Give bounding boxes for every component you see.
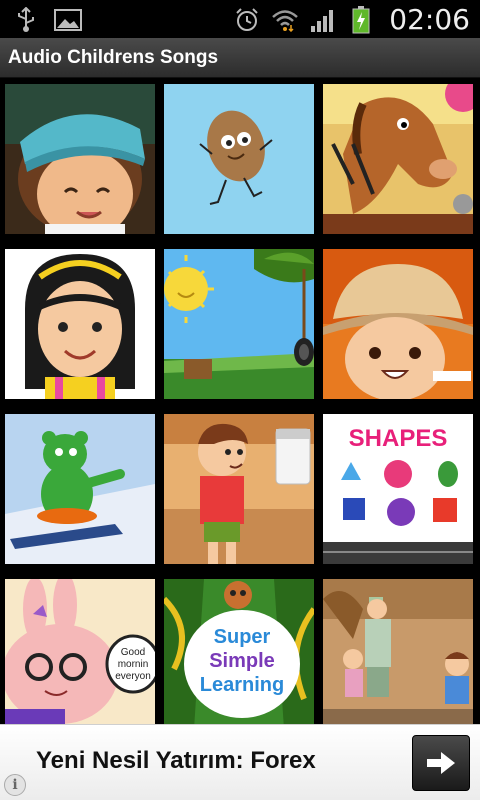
song-thumbnail xyxy=(323,579,473,724)
song-tile-sun-swing[interactable] xyxy=(164,249,314,399)
song-tile-gummy-bear[interactable] xyxy=(5,414,155,564)
shapes-title: SHAPES xyxy=(349,425,448,452)
ad-text[interactable]: Yeni Nesil Yatırım: Forex xyxy=(36,747,316,775)
speech-bubble-text: mornin xyxy=(118,659,149,670)
logo-text: Super xyxy=(214,626,271,648)
signal-icon xyxy=(309,6,337,34)
app-title: Audio Childrens Songs xyxy=(8,47,219,68)
song-tile-horse[interactable] xyxy=(323,84,473,234)
ad-info-icon[interactable]: i xyxy=(4,774,26,796)
logo-text: Learning xyxy=(200,674,284,696)
song-tile-kid-cap[interactable] xyxy=(5,84,155,234)
gallery-icon xyxy=(54,6,82,34)
battery-charging-icon xyxy=(347,5,375,34)
song-thumbnail xyxy=(5,249,155,399)
ad-banner[interactable]: Yeni Nesil Yatırım: Forex i xyxy=(0,724,480,800)
song-tile-family-walk[interactable] xyxy=(323,579,473,724)
song-tile-shapes[interactable]: SHAPES xyxy=(323,414,473,564)
song-thumbnail xyxy=(5,414,155,564)
speech-bubble-text: everyon xyxy=(115,671,151,682)
logo-text: Simple xyxy=(209,650,275,672)
song-thumbnail xyxy=(164,84,314,234)
song-tile-girl[interactable] xyxy=(5,249,155,399)
arrow-right-icon xyxy=(427,752,455,774)
song-tile-bunny[interactable]: Good mornin everyon xyxy=(5,579,155,724)
song-thumbnail: SHAPES xyxy=(323,414,473,564)
usb-icon xyxy=(12,6,40,34)
song-thumbnail xyxy=(323,249,473,399)
speech-bubble-text: Good xyxy=(121,647,145,658)
song-grid: SHAPES Good mornin everyon Super Simple … xyxy=(0,78,480,724)
song-thumbnail xyxy=(323,84,473,234)
song-tile-potato[interactable] xyxy=(164,84,314,234)
song-tile-super-simple[interactable]: Super Simple Learning xyxy=(164,579,314,724)
song-thumbnail xyxy=(164,414,314,564)
song-tile-kid-hat[interactable] xyxy=(323,249,473,399)
status-clock: 02:06 xyxy=(389,3,470,36)
app-title-bar: Audio Childrens Songs xyxy=(0,38,480,78)
song-thumbnail xyxy=(5,84,155,234)
ad-arrow-button[interactable] xyxy=(412,735,470,791)
status-bar: 02:06 xyxy=(0,0,480,38)
song-tile-boy-sugar[interactable] xyxy=(164,414,314,564)
wifi-icon xyxy=(271,6,299,34)
song-thumbnail xyxy=(164,249,314,399)
song-thumbnail: Good mornin everyon xyxy=(5,579,155,724)
song-thumbnail: Super Simple Learning xyxy=(164,579,314,724)
alarm-icon xyxy=(233,6,261,34)
